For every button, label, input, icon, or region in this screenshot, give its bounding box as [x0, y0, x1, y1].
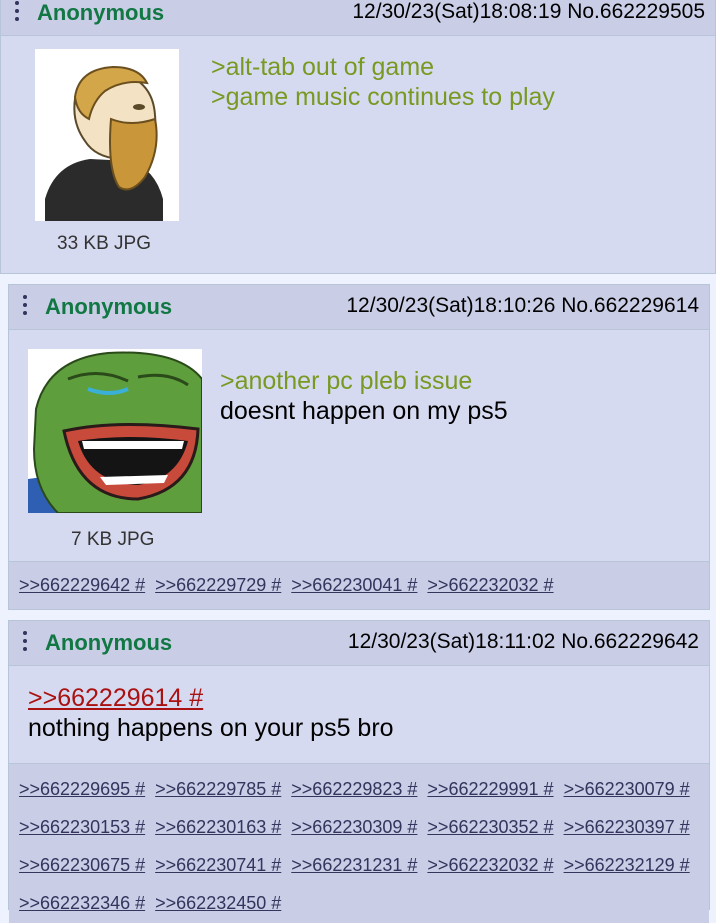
text-line: doesnt happen on my ps5 — [220, 397, 508, 425]
text-line: nothing happens on your ps5 bro — [28, 714, 394, 742]
poster-name: Anonymous — [45, 294, 173, 319]
post-meta[interactable]: 12/30/23(Sat)18:08:19 No.662229505 — [352, 0, 705, 24]
backlink[interactable]: >>662230041 # — [291, 575, 417, 595]
backlinks: >>662229642 # >>662229729 # >>662230041 # >… — [9, 561, 709, 609]
backlink[interactable]: >>662231231 # — [291, 855, 417, 875]
greentext-line: >alt-tab out of game — [211, 53, 435, 81]
laughing-pepe-icon — [28, 349, 203, 514]
post-menu-icon[interactable] — [15, 1, 21, 25]
backlink[interactable]: >>662229823 # — [291, 779, 417, 799]
backlink[interactable]: >>662230309 # — [291, 817, 417, 837]
backlink[interactable]: >>662232032 # — [427, 575, 553, 595]
post-662229505: Anonymous 12/30/23(Sat)18:08:19 No.66222… — [0, 0, 716, 274]
backlink-row: >>662229642 # >>662229729 # >>662230041 # >… — [19, 566, 699, 604]
post-menu-icon[interactable] — [23, 631, 29, 655]
post-message: >another pc pleb issue doesnt happen on … — [220, 366, 508, 426]
post-menu-icon[interactable] — [23, 295, 29, 319]
backlink[interactable]: >>662232450 # — [155, 893, 281, 913]
file-info[interactable]: 7 KB JPG — [71, 529, 154, 551]
backlink[interactable]: >>662230153 # — [19, 817, 145, 837]
backlink[interactable]: >>662229991 # — [427, 779, 553, 799]
backlink-row: >>662230153 # >>662230163 # >>662230309 # >… — [19, 808, 699, 846]
post-message: >>662229614 # nothing happens on your ps… — [28, 683, 394, 743]
quote-link[interactable]: >>662229614 # — [28, 683, 394, 713]
post-header: Anonymous 12/30/23(Sat)18:11:02 No.66222… — [9, 621, 709, 666]
file-info[interactable]: 33 KB JPG — [57, 233, 151, 255]
post-meta[interactable]: 12/30/23(Sat)18:11:02 No.662229642 — [348, 630, 699, 654]
backlink[interactable]: >>662229729 # — [155, 575, 281, 595]
backlink[interactable]: >>662229695 # — [19, 779, 145, 799]
backlink[interactable]: >>662232129 # — [564, 855, 690, 875]
post-662229614: Anonymous 12/30/23(Sat)18:10:26 No.66222… — [8, 284, 710, 610]
greentext-line: >another pc pleb issue — [220, 367, 473, 395]
backlink[interactable]: >>662230163 # — [155, 817, 281, 837]
backlink[interactable]: >>662232346 # — [19, 893, 145, 913]
backlink[interactable]: >>662229642 # — [19, 575, 145, 595]
post-meta[interactable]: 12/30/23(Sat)18:10:26 No.662229614 — [346, 294, 699, 318]
post-header: Anonymous 12/30/23(Sat)18:10:26 No.66222… — [9, 285, 709, 330]
backlink[interactable]: >>662230741 # — [155, 855, 281, 875]
backlink[interactable]: >>662230079 # — [564, 779, 690, 799]
backlink[interactable]: >>662229785 # — [155, 779, 281, 799]
backlink[interactable]: >>662230675 # — [19, 855, 145, 875]
bearded-wojak-icon — [35, 49, 179, 221]
backlink-row: >>662230675 # >>662230741 # >>662231231 # >… — [19, 846, 699, 884]
post-662229642: Anonymous 12/30/23(Sat)18:11:02 No.66222… — [8, 620, 710, 923]
backlink[interactable]: >>662230397 # — [564, 817, 690, 837]
post-message: >alt-tab out of game >game music continu… — [211, 52, 555, 112]
post-header: Anonymous 12/30/23(Sat)18:08:19 No.66222… — [1, 0, 715, 36]
poster-name: Anonymous — [45, 630, 173, 655]
backlink-row: >>662229695 # >>662229785 # >>662229823 # >… — [19, 770, 699, 808]
post-thumbnail[interactable] — [35, 49, 179, 221]
greentext-line: >game music continues to play — [211, 83, 555, 111]
backlink-row: >>662232346 # >>662232450 # — [19, 884, 699, 922]
backlink[interactable]: >>662230352 # — [427, 817, 553, 837]
backlinks: >>662229695 # >>662229785 # >>662229823 # >… — [9, 763, 709, 923]
poster-name: Anonymous — [37, 0, 165, 25]
post-thumbnail[interactable] — [28, 349, 203, 514]
backlink[interactable]: >>662232032 # — [427, 855, 553, 875]
